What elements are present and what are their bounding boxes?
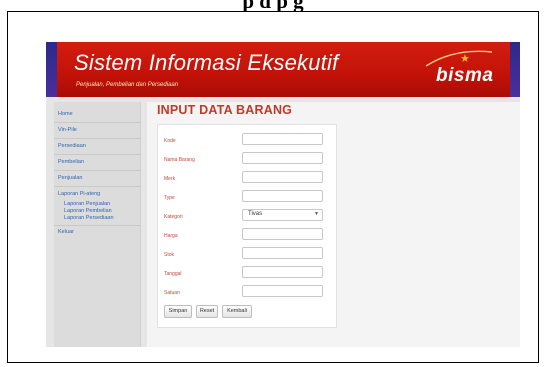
tanggal-label: Tanggal (164, 271, 182, 277)
chevron-down-icon: ▼ (314, 211, 319, 217)
sidebar-item-laporan-persediaan[interactable]: Laporan Persediaan (64, 215, 114, 221)
tanggal-input[interactable] (242, 266, 323, 278)
document-heading: p d p g (0, 0, 546, 11)
app-window: Sistem Informasi Eksekutif Penjualan, Pe… (46, 42, 520, 347)
sidebar-divider (54, 225, 140, 226)
type-label: Type (164, 195, 175, 201)
sidebar-divider (54, 122, 140, 123)
sidebar-item-pembelian[interactable]: Pembelian (58, 159, 84, 165)
kode-label: Kode (164, 138, 176, 144)
logo-star-icon: ★ (460, 53, 470, 65)
input-form: Kode Nama Barang Merk Type Kategori Tiva… (157, 124, 337, 328)
main-content: INPUT DATA BARANG Kode Nama Barang Merk … (147, 102, 520, 347)
sidebar-item-keluar[interactable]: Keluar (58, 229, 74, 235)
merk-label: Merk (164, 176, 176, 182)
sidebar-item-vin-pile[interactable]: Vin-Pile (58, 127, 77, 133)
sidebar: Home Vin-Pile Persediaan Pembelian Penju… (54, 102, 141, 347)
sidebar-item-home[interactable]: Home (58, 111, 73, 117)
satuan-label: Satuan (164, 290, 180, 296)
app-title: Sistem Informasi Eksekutif (74, 50, 339, 75)
type-input[interactable] (242, 190, 323, 202)
harga-label: Harga (164, 233, 178, 239)
bisma-logo: ★ bisma (436, 53, 494, 92)
satuan-input[interactable] (242, 285, 323, 297)
nama-barang-label: Nama Barang (164, 157, 195, 163)
sidebar-item-penjualan[interactable]: Penjualan (58, 175, 82, 181)
stok-input[interactable] (242, 247, 323, 259)
kategori-selected-value: Tivas (248, 211, 263, 217)
kembali-button[interactable]: Kembali (222, 305, 252, 318)
header-stripe-right (510, 42, 520, 97)
simpan-button[interactable]: Simpan (164, 305, 192, 318)
sidebar-item-laporan[interactable]: Laporan Pi-ateng (58, 191, 100, 197)
kategori-select[interactable]: Tivas ▼ (242, 209, 323, 221)
logo-text: bisma (436, 65, 494, 86)
app-subtitle: Penjualan, Pembelian dan Persediaan (76, 82, 179, 88)
page-title: INPUT DATA BARANG (157, 103, 293, 117)
kategori-label: Kategori (164, 214, 183, 220)
nama-barang-input[interactable] (242, 152, 323, 164)
header-stripe-left (46, 42, 57, 97)
sidebar-item-laporan-penjualan[interactable]: Laporan Penjualan (64, 201, 110, 207)
merk-input[interactable] (242, 171, 323, 183)
app-header: Sistem Informasi Eksekutif Penjualan, Pe… (46, 42, 520, 97)
reset-button[interactable]: Reset (196, 305, 218, 318)
sidebar-divider (54, 138, 140, 139)
sidebar-item-laporan-pembelian[interactable]: Laporan Pembelian (64, 208, 112, 214)
harga-input[interactable] (242, 228, 323, 240)
kode-input[interactable] (242, 133, 323, 145)
sidebar-divider (54, 186, 140, 187)
sidebar-item-persediaan[interactable]: Persediaan (58, 143, 86, 149)
stok-label: Stok (164, 252, 175, 258)
sidebar-divider (54, 170, 140, 171)
sidebar-divider (54, 154, 140, 155)
